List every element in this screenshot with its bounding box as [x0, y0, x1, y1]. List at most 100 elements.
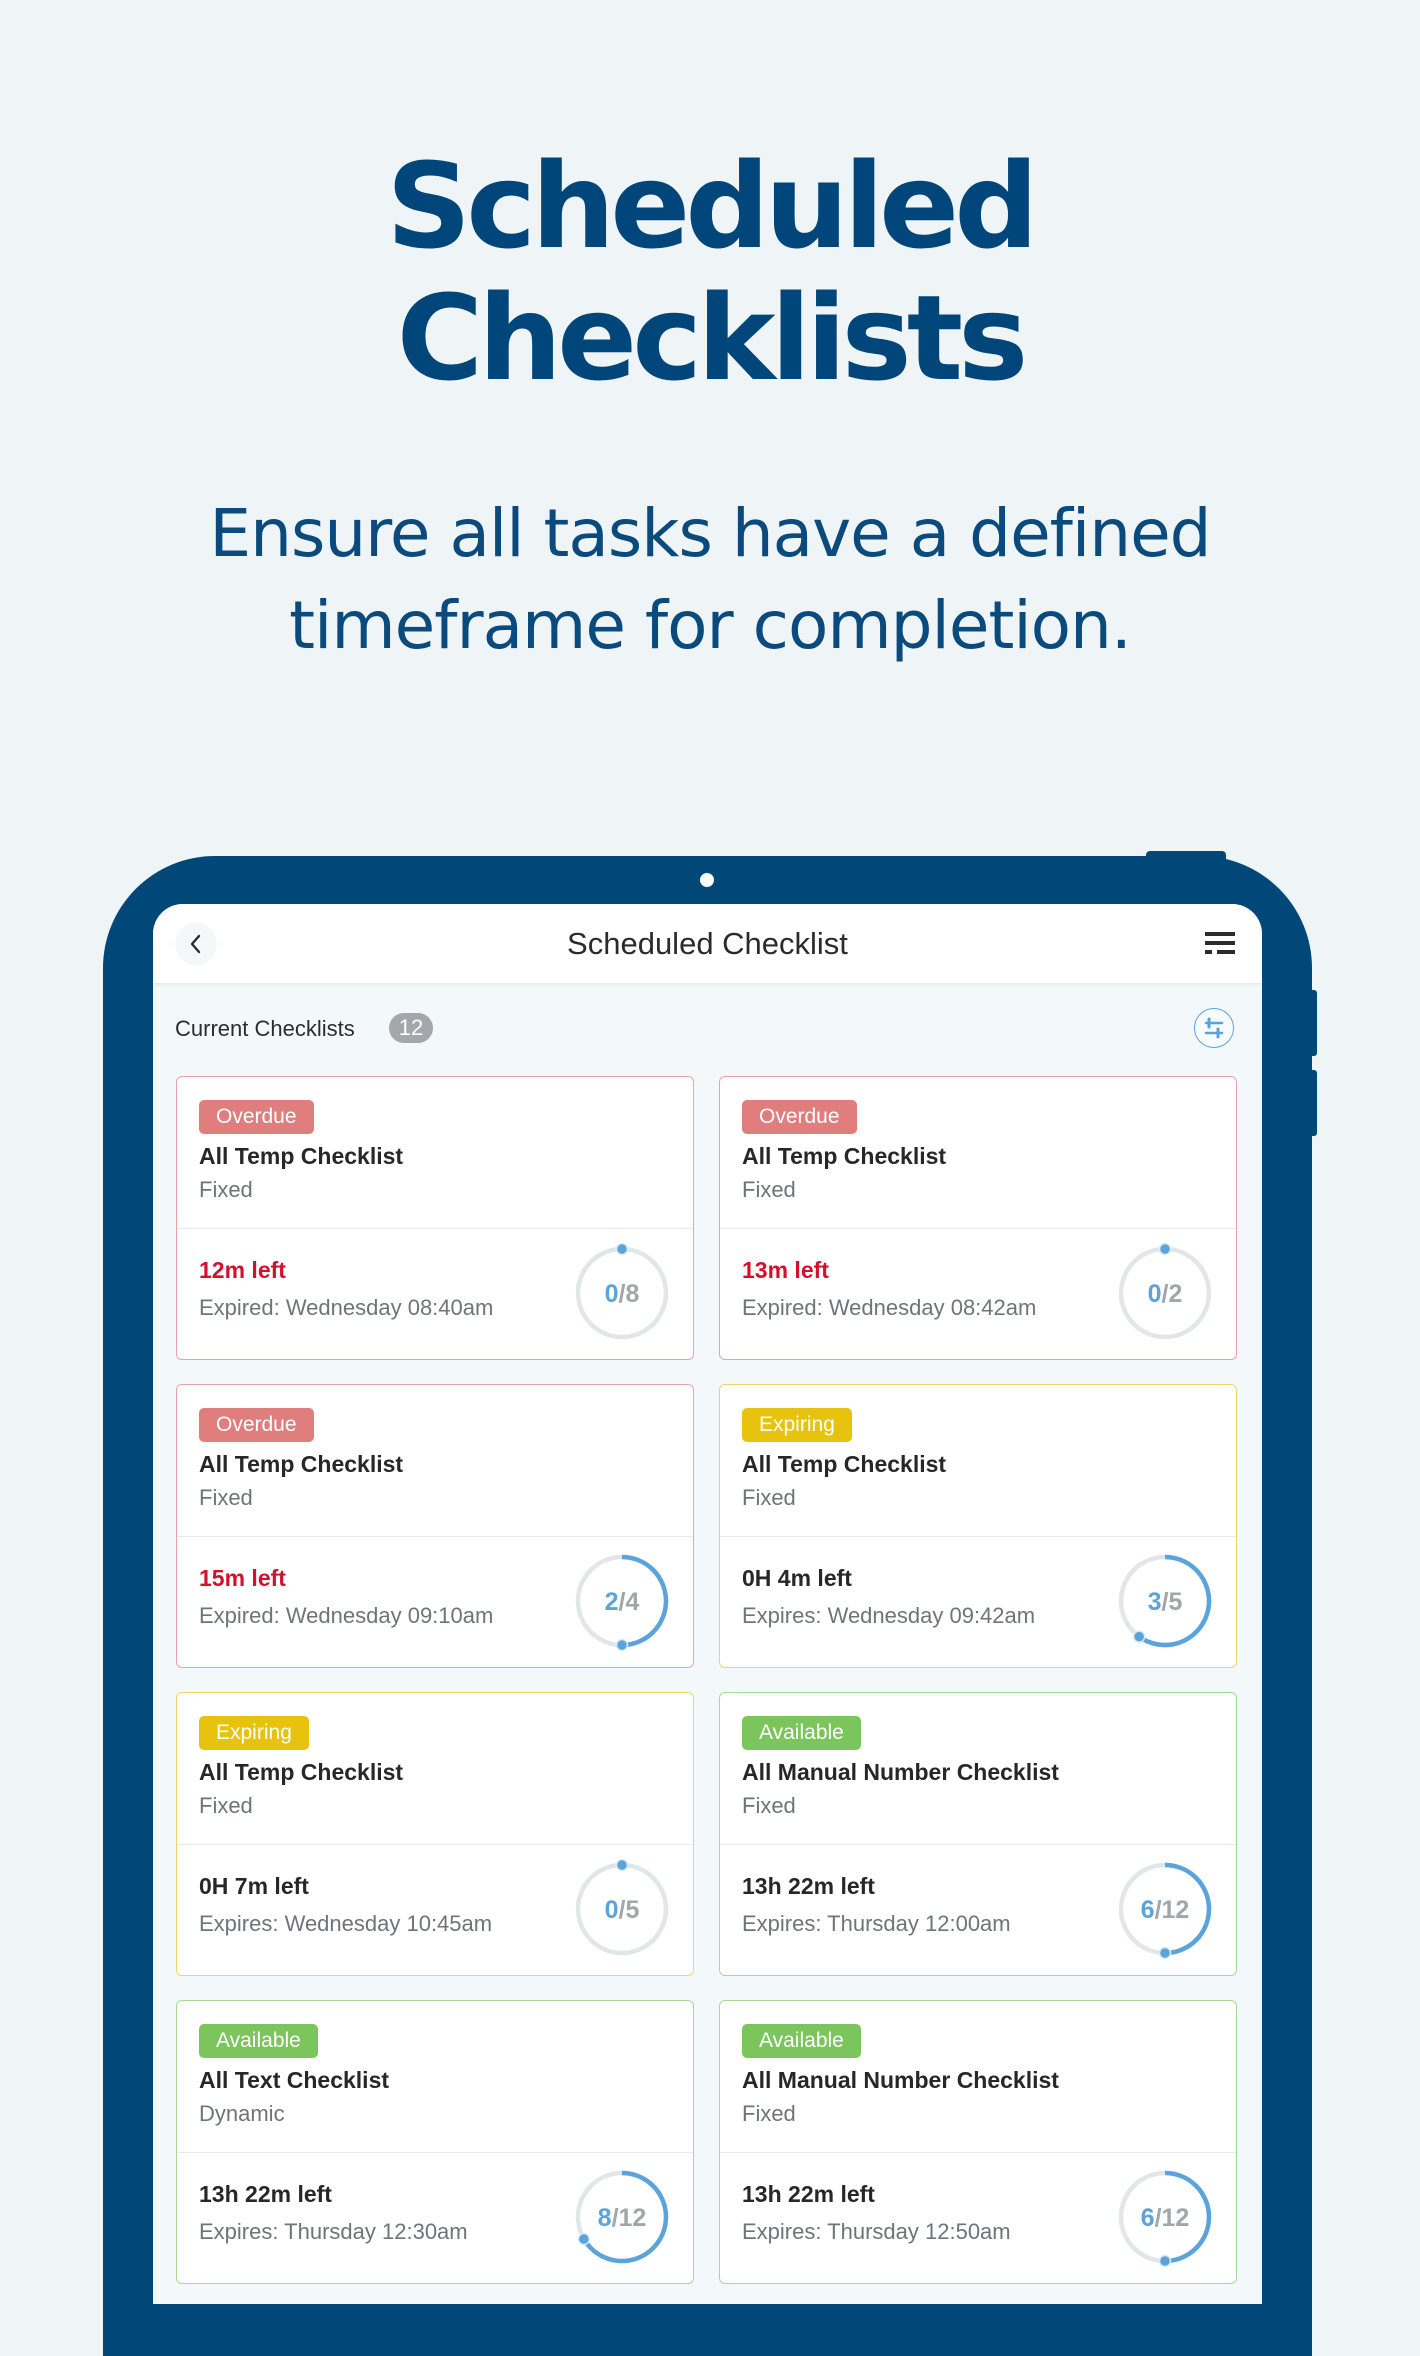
expiry-text: Expires: Wednesday 09:42am	[742, 1603, 1036, 1628]
progress-done: 8	[598, 2204, 612, 2232]
menu-button[interactable]	[1205, 930, 1235, 956]
progress-total-value: 12	[619, 2204, 647, 2232]
status-badge: Overdue	[199, 1408, 314, 1442]
checklist-name: All Temp Checklist	[742, 1451, 947, 1477]
time-left: 13h 22m left	[199, 2181, 332, 2207]
progress-total: /	[1162, 1280, 1169, 1308]
time-left: 0H 4m left	[742, 1565, 852, 1591]
hero-subtitle-line-1: Ensure all tasks have a defined	[209, 495, 1211, 572]
progress-label: 0/8	[605, 1280, 640, 1308]
checklist-name: All Temp Checklist	[199, 1759, 404, 1785]
card-divider	[177, 2152, 693, 2153]
progress-ring: 6/12	[1118, 2170, 1212, 2267]
sliders-icon	[1204, 1017, 1223, 1038]
progress-done: 0	[1148, 1280, 1162, 1308]
progress-knob	[1158, 1243, 1172, 1256]
checklist-name: All Temp Checklist	[742, 1143, 947, 1169]
checklist-card[interactable]: Available All Manual Number Checklist Fixe…	[719, 2000, 1237, 2284]
checklist-type: Fixed	[742, 1177, 796, 1202]
card-divider	[720, 1228, 1236, 1229]
time-left: 13h 22m left	[742, 1873, 875, 1899]
checklist-type: Fixed	[742, 1793, 796, 1818]
progress-total-value: 2	[1168, 1280, 1182, 1308]
checklist-name: All Temp Checklist	[199, 1451, 404, 1477]
progress-total: /	[619, 1280, 626, 1308]
progress-ring: 8/12	[575, 2170, 669, 2264]
section-label: Current Checklists	[175, 1016, 355, 1041]
checklist-type: Fixed	[742, 2101, 796, 2126]
expiry-text: Expires: Thursday 12:00am	[742, 1911, 1011, 1936]
progress-total: /	[1162, 1588, 1169, 1616]
checklist-card[interactable]: Expiring All Temp Checklist Fixed 0H 7m lef…	[176, 1692, 694, 1976]
hero-title-line-2: Checklists	[396, 269, 1029, 407]
progress-total-value: 8	[625, 1280, 639, 1308]
time-left: 13h 22m left	[742, 2181, 875, 2207]
checklist-name: All Manual Number Checklist	[742, 2067, 1059, 2093]
expiry-text: Expires: Wednesday 10:45am	[199, 1911, 493, 1936]
progress-total-value: 12	[1162, 2204, 1190, 2232]
progress-total-value: 5	[1168, 1588, 1182, 1616]
progress-total: /	[1155, 1896, 1162, 1924]
progress-total: /	[612, 2204, 619, 2232]
progress-ring: 2/4	[575, 1554, 669, 1651]
progress-total: /	[619, 1896, 626, 1924]
progress-total-value: 4	[625, 1588, 639, 1616]
expiry-text: Expired: Wednesday 08:40am	[199, 1295, 494, 1320]
expiry-text: Expired: Wednesday 08:42am	[742, 1295, 1037, 1320]
time-left: 0H 7m left	[199, 1873, 309, 1899]
checklist-type: Fixed	[742, 1485, 796, 1510]
progress-total-value: 12	[1162, 1896, 1190, 1924]
time-left: 15m left	[199, 1565, 286, 1591]
checklist-type: Fixed	[199, 1793, 253, 1818]
progress-total: /	[619, 1588, 626, 1616]
progress-knob	[1158, 2254, 1172, 2267]
card-divider	[720, 2152, 1236, 2153]
filter-button[interactable]	[1194, 1008, 1234, 1048]
progress-total: /	[1155, 2204, 1162, 2232]
checklist-card[interactable]: Available All Manual Number Checklist Fixe…	[719, 1692, 1237, 1976]
time-left: 12m left	[199, 1257, 286, 1283]
hero-title: Scheduled Checklists	[0, 140, 1420, 404]
checklist-type: Dynamic	[199, 2101, 285, 2126]
progress-done: 0	[605, 1280, 619, 1308]
progress-done: 6	[1141, 1896, 1155, 1924]
progress-knob	[615, 1638, 629, 1651]
progress-ring: 0/5	[575, 1859, 669, 1956]
card-divider	[720, 1536, 1236, 1537]
progress-label: 3/5	[1148, 1588, 1183, 1616]
count-badge: 12	[389, 1013, 433, 1043]
checklist-card[interactable]: Overdue All Temp Checklist Fixed 13m left Ex…	[719, 1076, 1237, 1360]
progress-ring: 6/12	[1118, 1862, 1212, 1959]
checklist-name: All Temp Checklist	[199, 1143, 404, 1169]
checklist-name: All Text Checklist	[199, 2067, 390, 2093]
checklist-card[interactable]: Available All Text Checklist Dynamic 13h 22…	[176, 2000, 694, 2284]
progress-done: 6	[1141, 2204, 1155, 2232]
expiry-text: Expires: Thursday 12:50am	[742, 2219, 1011, 2244]
checklist-type: Fixed	[199, 1177, 253, 1202]
progress-done: 2	[605, 1588, 619, 1616]
card-divider	[177, 1228, 693, 1229]
progress-total-value: 5	[625, 1896, 639, 1924]
progress-done: 3	[1148, 1588, 1162, 1616]
status-badge: Available	[742, 2024, 861, 2058]
card-divider	[177, 1536, 693, 1537]
time-left: 13m left	[742, 1257, 829, 1283]
app-title: Scheduled Checklist	[567, 926, 848, 961]
progress-knob	[577, 2232, 591, 2246]
expiry-text: Expires: Thursday 12:30am	[199, 2219, 468, 2244]
checklist-card[interactable]: Overdue All Temp Checklist Fixed 12m left Ex…	[176, 1076, 694, 1360]
progress-ring: 0/2	[1118, 1243, 1212, 1340]
progress-label: 0/2	[1148, 1280, 1183, 1308]
checklist-card[interactable]: Expiring All Temp Checklist Fixed 0H 4m lef…	[719, 1384, 1237, 1668]
progress-ring: 3/5	[1118, 1554, 1212, 1648]
progress-knob	[615, 1859, 629, 1872]
card-divider	[720, 1844, 1236, 1845]
status-badge: Expiring	[742, 1408, 852, 1442]
progress-ring: 0/8	[575, 1243, 669, 1340]
hero-subtitle-line-2: timeframe for completion.	[289, 587, 1132, 664]
checklist-card[interactable]: Overdue All Temp Checklist Fixed 15m left Ex…	[176, 1384, 694, 1668]
progress-label: 0/5	[605, 1896, 640, 1924]
status-badge: Overdue	[199, 1100, 314, 1134]
status-badge: Available	[742, 1716, 861, 1750]
progress-knob	[1132, 1630, 1146, 1643]
